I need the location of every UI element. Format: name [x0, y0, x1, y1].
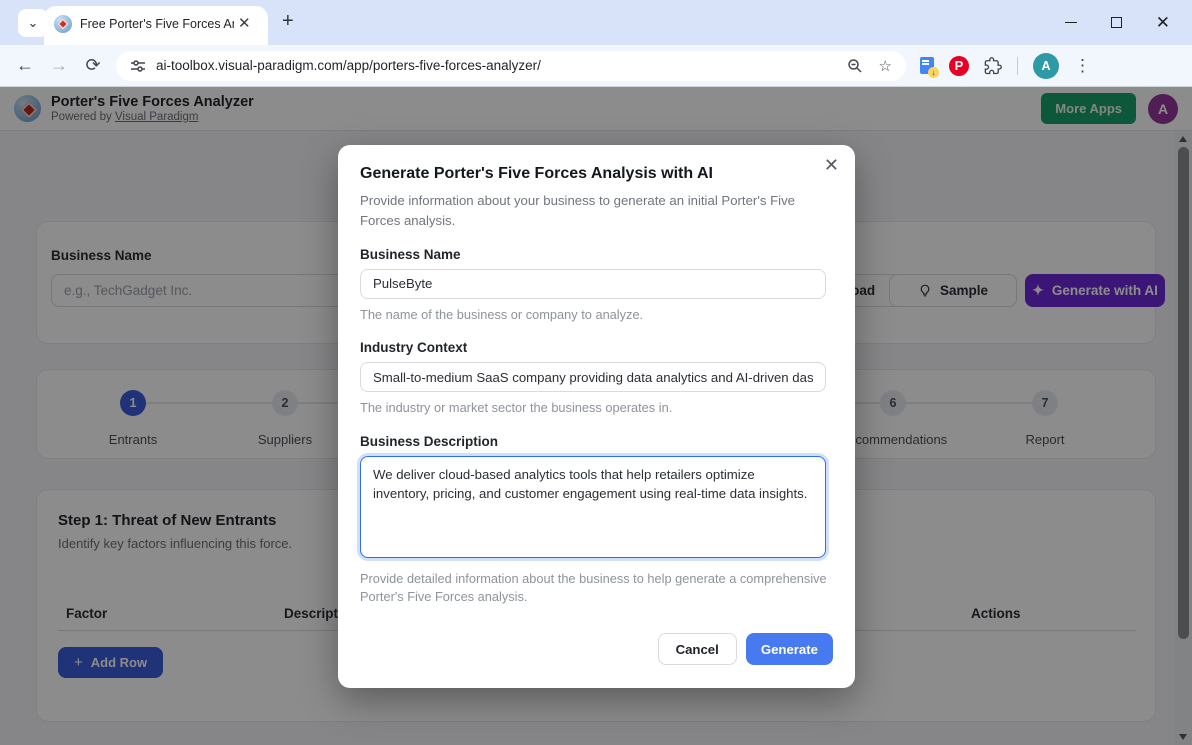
reload-button[interactable]: ⟳ — [76, 55, 110, 76]
browser-titlebar: ⌄ Free Porter's Five Forces Analyz ✕ + ✕ — [0, 0, 1192, 45]
nav-buttons: ← → ⟳ — [0, 55, 110, 76]
browser-toolbar: ← → ⟳ ai-toolbox.visual-paradigm.com/app… — [0, 45, 1192, 87]
visual-paradigm-favicon-icon — [54, 15, 72, 33]
industry-context-helper: The industry or market sector the busine… — [360, 399, 833, 418]
bookmark-star-icon[interactable]: ☆ — [879, 57, 892, 75]
dialog-close-icon[interactable]: ✕ — [824, 155, 839, 176]
omnibox-actions: ☆ — [847, 57, 892, 75]
dialog-description: Provide information about your business … — [360, 191, 822, 231]
browser-tab[interactable]: Free Porter's Five Forces Analyz ✕ — [44, 6, 268, 45]
business-description-textarea[interactable]: We deliver cloud-based analytics tools t… — [360, 456, 826, 558]
extensions-puzzle-icon[interactable] — [984, 57, 1002, 75]
browser-window: ⌄ Free Porter's Five Forces Analyz ✕ + ✕… — [0, 0, 1192, 745]
dialog-title: Generate Porter's Five Forces Analysis w… — [360, 165, 833, 183]
generate-button[interactable]: Generate — [746, 633, 833, 665]
toolbar-separator — [1017, 57, 1018, 75]
tab-close-icon[interactable]: ✕ — [238, 16, 251, 31]
forward-button[interactable]: → — [42, 55, 76, 76]
pinterest-icon[interactable]: P — [949, 56, 969, 76]
browser-menu-icon[interactable]: ⋮ — [1074, 56, 1107, 76]
window-minimize-button[interactable] — [1065, 22, 1077, 23]
zoom-out-icon[interactable] — [847, 58, 863, 74]
address-bar[interactable]: ai-toolbox.visual-paradigm.com/app/porte… — [116, 51, 906, 81]
business-name-helper: The name of the business or company to a… — [360, 306, 833, 325]
modal-business-name-label: Business Name — [360, 247, 833, 262]
tab-title: Free Porter's Five Forces Analyz — [80, 17, 234, 31]
url-text[interactable]: ai-toolbox.visual-paradigm.com/app/porte… — [156, 58, 541, 73]
window-controls: ✕ — [1065, 0, 1192, 45]
business-description-label: Business Description — [360, 434, 833, 449]
window-maximize-button[interactable] — [1111, 17, 1122, 28]
back-button[interactable]: ← — [8, 55, 42, 76]
modal-business-name-input[interactable] — [360, 269, 826, 299]
maximize-icon — [1111, 17, 1122, 28]
window-close-button[interactable]: ✕ — [1156, 14, 1170, 31]
browser-profile-avatar[interactable]: A — [1033, 53, 1059, 79]
minimize-icon — [1065, 22, 1077, 23]
industry-context-label: Industry Context — [360, 340, 833, 355]
cancel-button[interactable]: Cancel — [658, 633, 737, 665]
site-info-icon[interactable] — [130, 58, 146, 74]
chevron-down-icon: ⌄ — [28, 15, 39, 31]
industry-context-input[interactable] — [360, 362, 826, 392]
business-description-helper: Provide detailed information about the b… — [360, 570, 833, 607]
document-download-extension-icon[interactable] — [920, 57, 934, 74]
new-tab-button[interactable]: + — [282, 11, 294, 31]
dialog-footer: Cancel Generate — [658, 633, 833, 665]
generate-ai-dialog: ✕ Generate Porter's Five Forces Analysis… — [338, 145, 855, 688]
toolbar-extensions: P A ⋮ — [920, 53, 1107, 79]
close-icon: ✕ — [1156, 14, 1170, 31]
